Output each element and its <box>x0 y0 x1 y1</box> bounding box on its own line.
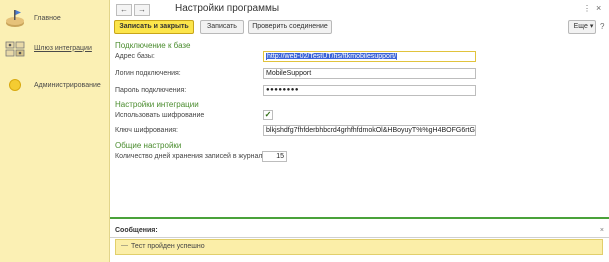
chevron-down-icon: ▾ <box>589 23 594 30</box>
administration-icon <box>4 74 26 96</box>
messages-divider <box>110 217 609 219</box>
use-encryption-label: Использовать шифрование <box>115 112 205 119</box>
login-field[interactable]: MobileSupport <box>263 68 476 79</box>
sidebar-item-main[interactable]: Главное <box>0 3 110 33</box>
messages-header: Сообщения: <box>115 227 158 234</box>
sidebar-item-label: Главное <box>34 14 61 22</box>
home-icon <box>4 7 26 29</box>
integration-gateway-icon <box>4 37 26 59</box>
close-icon[interactable]: × <box>596 3 601 13</box>
messages-separator <box>110 237 609 238</box>
base-url-value: http://web-02/TestUT/hs/ftkmobilesupport… <box>266 53 398 60</box>
sidebar-item-label: Шлюз интеграции <box>34 44 92 52</box>
section-integration: Настройки интеграции <box>115 100 199 109</box>
log-days-label: Количество дней хранения записей в журна… <box>115 153 269 160</box>
message-item[interactable]: — Тест пройден успешно <box>115 239 603 255</box>
base-url-label: Адрес базы: <box>115 53 155 60</box>
check-connection-button[interactable]: Проверить соединение <box>248 20 332 34</box>
help-icon[interactable]: ? <box>600 22 604 31</box>
login-label: Логин подключения: <box>115 70 181 77</box>
encryption-key-label: Ключ шифрования: <box>115 127 178 134</box>
message-text: Тест пройден успешно <box>131 243 205 250</box>
section-general: Общие настройки <box>115 141 182 150</box>
base-url-field[interactable]: http://web-02/TestUT/hs/ftkmobilesupport… <box>263 51 476 62</box>
more-actions-button[interactable]: Еще ▾ <box>568 20 596 34</box>
log-days-field[interactable]: 15 <box>262 151 287 162</box>
messages-close-icon[interactable]: × <box>600 227 604 234</box>
section-connection: Подключение к базе <box>115 41 191 50</box>
more-actions-label: Еще <box>573 23 588 30</box>
password-field[interactable]: ●●●●●●●● <box>263 85 476 96</box>
message-dash: — <box>121 242 128 249</box>
save-and-close-button[interactable]: Записать и закрыть <box>114 20 194 34</box>
back-button[interactable]: ← <box>116 4 132 16</box>
save-button[interactable]: Записать <box>200 20 244 34</box>
password-label: Пароль подключения: <box>115 87 187 94</box>
toolbar: Записать и закрыть Записать Проверить со… <box>110 20 609 36</box>
sidebar-item-label: Администрирование <box>34 81 101 89</box>
page-title: Настройки программы <box>175 3 280 14</box>
more-menu-icon[interactable]: ⋮ <box>583 4 591 13</box>
use-encryption-checkbox[interactable]: ✓ <box>263 110 273 120</box>
sidebar: Главное Шлюз интеграции Администрировани… <box>0 0 110 262</box>
sidebar-item-integration-gateway[interactable]: Шлюз интеграции <box>0 33 110 63</box>
encryption-key-field[interactable]: blkjshdfg7fhfderbhbcrd4grhfhfdmokOl&HBoy… <box>263 125 476 136</box>
sidebar-item-administration[interactable]: Администрирование <box>0 70 110 100</box>
forward-button[interactable]: → <box>134 4 150 16</box>
title-bar: ← → Настройки программы ⋮ × <box>110 0 609 20</box>
main-panel: ← → Настройки программы ⋮ × Записать и з… <box>110 0 609 262</box>
